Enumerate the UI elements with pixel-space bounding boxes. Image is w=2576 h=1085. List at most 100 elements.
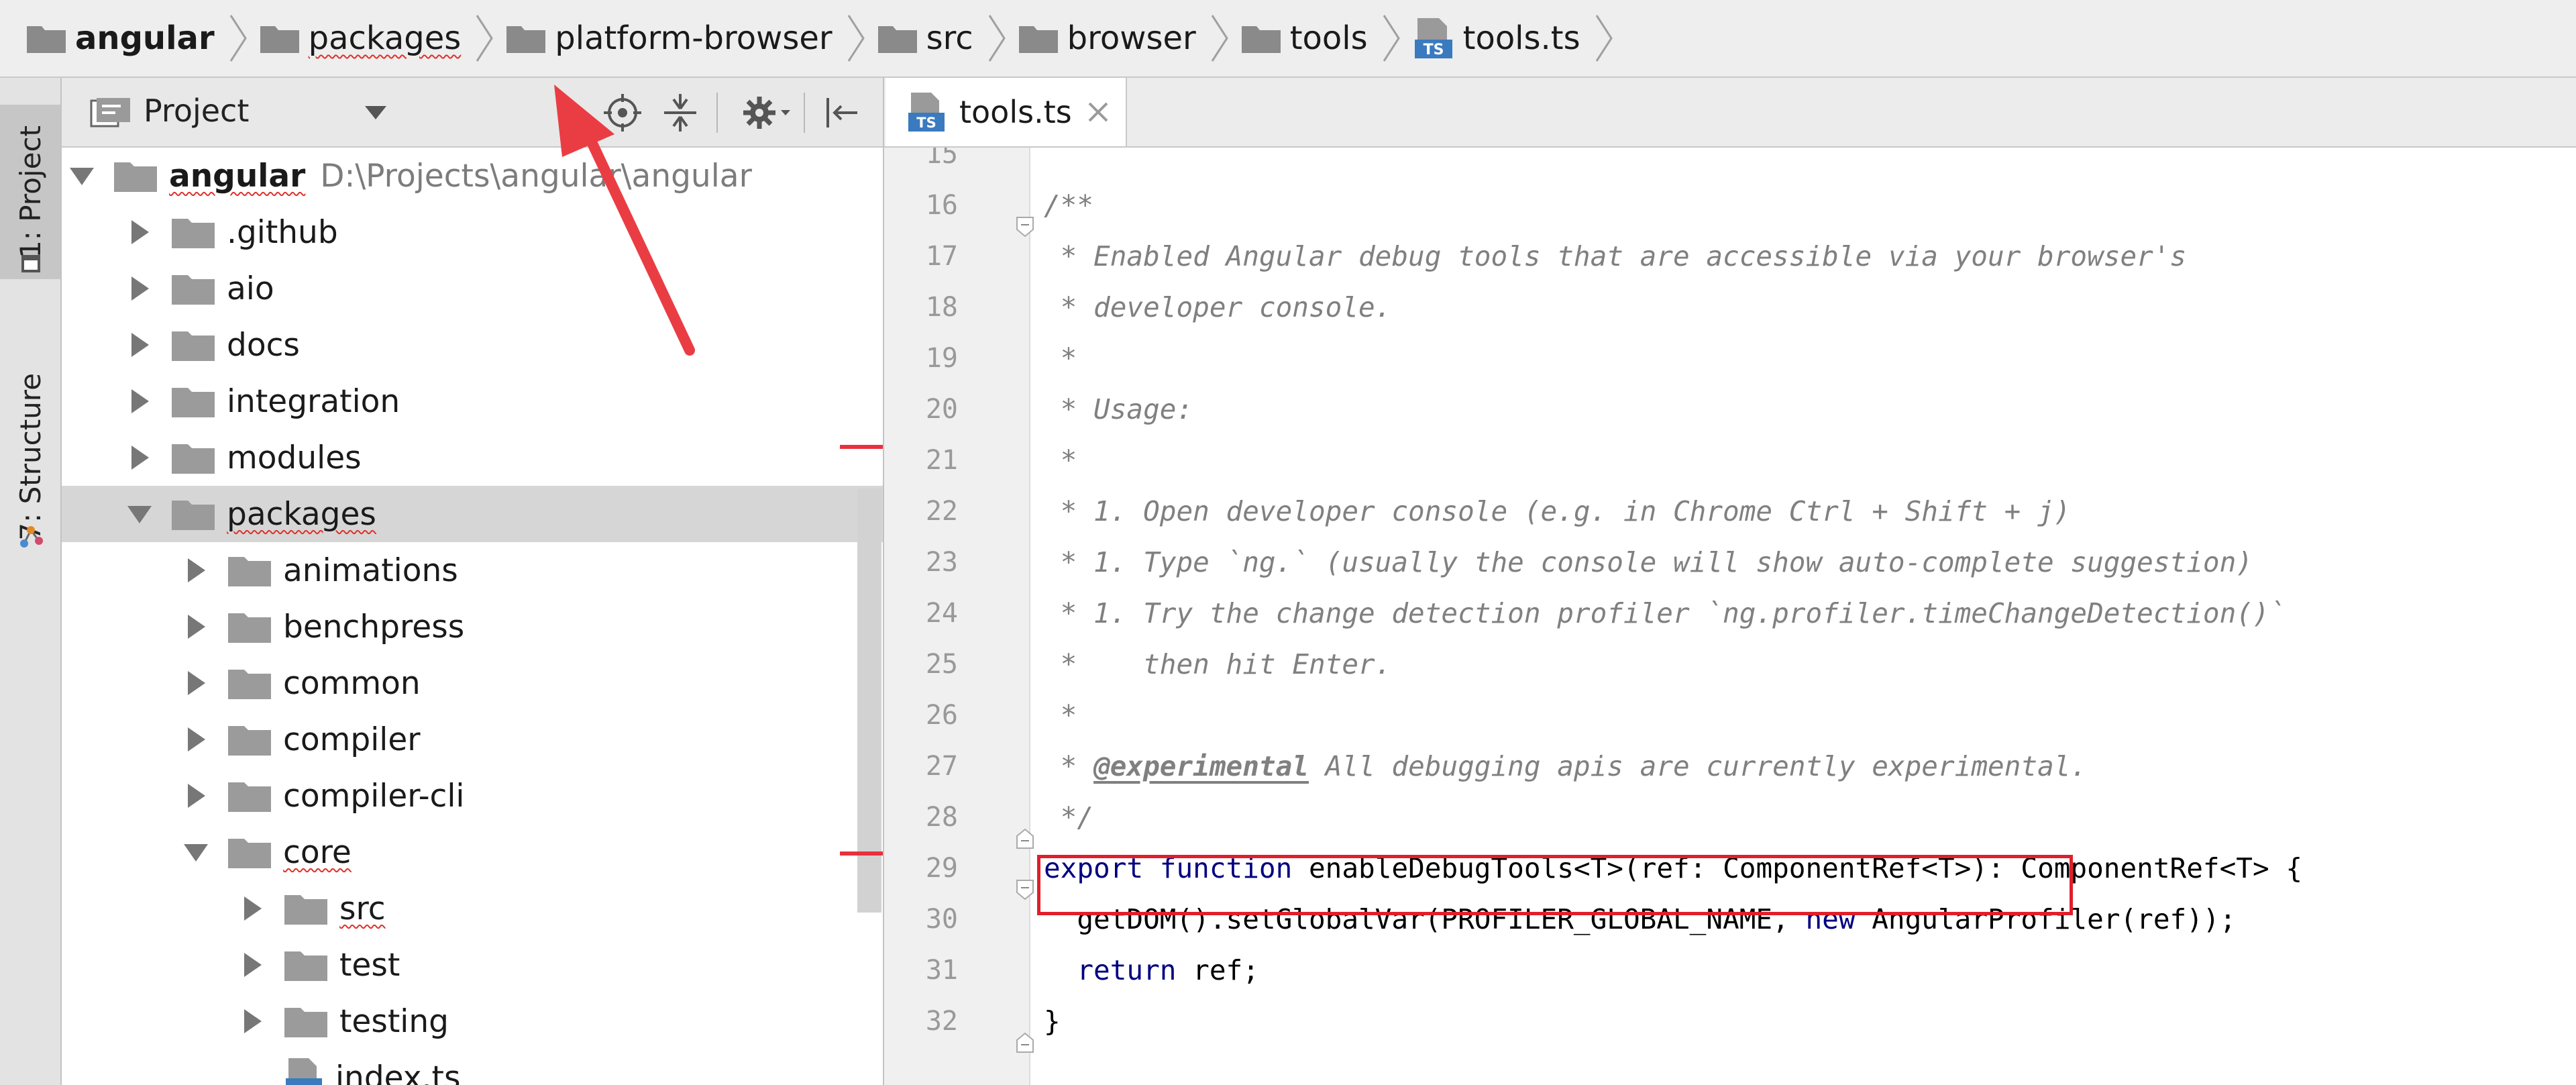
chevron-right-icon bbox=[988, 15, 1006, 62]
typescript-file-icon bbox=[286, 1058, 322, 1085]
breadcrumb-tools[interactable]: tools bbox=[1241, 0, 1413, 76]
tree-item-index-ts[interactable]: index.ts bbox=[62, 1049, 883, 1085]
chevron-right-icon bbox=[847, 15, 865, 62]
breadcrumb-label: platform-browser bbox=[555, 19, 833, 57]
collapse-all-icon[interactable] bbox=[659, 91, 702, 134]
chevron-right-icon bbox=[131, 446, 149, 470]
folder-icon bbox=[228, 726, 271, 756]
code-line-18: * developer console. bbox=[1044, 291, 1392, 323]
annotation-mark bbox=[840, 445, 883, 449]
line-number: 29 bbox=[925, 853, 958, 884]
line-number: 22 bbox=[925, 496, 958, 527]
fold-marker-icon[interactable] bbox=[1016, 828, 1034, 849]
chevron-right-icon bbox=[188, 784, 205, 808]
breadcrumb-label: packages bbox=[308, 19, 462, 57]
folder-icon bbox=[172, 331, 215, 361]
tree-item-label: integration bbox=[227, 382, 400, 420]
line-number: 15 bbox=[925, 148, 958, 170]
tree-item-packages[interactable]: packages bbox=[62, 486, 883, 542]
toolbar-divider bbox=[804, 93, 805, 133]
chevron-right-icon bbox=[131, 389, 149, 413]
jsdoc-tag: @experimental bbox=[1093, 750, 1309, 782]
tree-item-label: index.ts bbox=[335, 1059, 461, 1085]
gear-icon[interactable] bbox=[739, 91, 793, 134]
code-line-20: * Usage: bbox=[1044, 393, 1193, 425]
chevron-right-icon bbox=[1595, 15, 1613, 62]
tree-item-modules[interactable]: modules bbox=[62, 429, 883, 486]
chevron-right-icon bbox=[131, 220, 149, 244]
folder-icon bbox=[172, 388, 215, 417]
folder-icon bbox=[228, 613, 271, 643]
tree-scrollbar-thumb[interactable] bbox=[857, 488, 881, 913]
folder-icon bbox=[228, 557, 271, 586]
tree-item-label: test bbox=[339, 946, 400, 984]
tree-item-common[interactable]: common bbox=[62, 655, 883, 711]
line-number: 27 bbox=[925, 751, 958, 782]
chevron-right-icon bbox=[188, 558, 205, 582]
tree-item-label: benchpress bbox=[283, 608, 465, 645]
tree-item-label: angular bbox=[169, 157, 306, 195]
folder-icon bbox=[172, 275, 215, 305]
folder-icon bbox=[172, 501, 215, 530]
code-editor[interactable]: 15 16 17 18 19 20 21 22 23 24 25 26 27 2… bbox=[884, 148, 2576, 1085]
tree-item-compiler[interactable]: compiler bbox=[62, 711, 883, 768]
breadcrumb-platform-browser[interactable]: platform-browser bbox=[506, 0, 877, 76]
fold-marker-icon[interactable] bbox=[1016, 216, 1034, 238]
line-number: 25 bbox=[925, 649, 958, 680]
tree-item-testing[interactable]: testing bbox=[62, 993, 883, 1049]
chevron-right-icon bbox=[244, 1009, 262, 1033]
chevron-right-icon bbox=[229, 15, 247, 62]
annotation-mark bbox=[840, 851, 883, 856]
folder-icon bbox=[1018, 26, 1058, 53]
tree-item-label: modules bbox=[227, 439, 362, 476]
line-number: 20 bbox=[925, 394, 958, 425]
tree-item-test[interactable]: test bbox=[62, 937, 883, 993]
hide-panel-icon[interactable] bbox=[820, 91, 863, 134]
tree-item-label: .github bbox=[227, 213, 338, 251]
chevron-right-icon bbox=[188, 615, 205, 639]
tab-tools-ts[interactable]: TS tools.ts bbox=[885, 78, 1127, 146]
breadcrumb-packages[interactable]: packages bbox=[260, 0, 507, 76]
tree-item-integration[interactable]: integration bbox=[62, 373, 883, 429]
svg-text:TS: TS bbox=[916, 115, 936, 131]
chevron-right-icon bbox=[131, 333, 149, 357]
chevron-right-icon bbox=[476, 15, 494, 62]
project-toolbar: Project bbox=[62, 78, 883, 148]
tree-item-docs[interactable]: docs bbox=[62, 317, 883, 373]
tree-item-core[interactable]: core bbox=[62, 824, 883, 880]
keyword: return bbox=[1044, 954, 1177, 986]
close-icon[interactable] bbox=[1087, 101, 1110, 123]
tree-item-label: compiler-cli bbox=[283, 777, 465, 815]
fold-marker-icon[interactable] bbox=[1016, 1032, 1034, 1053]
code-line-25: * then hit Enter. bbox=[1044, 648, 1392, 680]
tree-item-label: core bbox=[283, 833, 352, 871]
tree-item-angular[interactable]: angular D:\Projects\angular\angular bbox=[62, 148, 883, 204]
breadcrumb-label: src bbox=[926, 19, 973, 57]
line-number: 18 bbox=[925, 292, 958, 323]
tab-label: tools.ts bbox=[959, 94, 1072, 130]
tree-item-benchpress[interactable]: benchpress bbox=[62, 599, 883, 655]
code-line-24: * 1. Try the change detection profiler `… bbox=[1044, 597, 2286, 629]
chevron-down-icon[interactable] bbox=[364, 102, 388, 122]
project-path: D:\Projects\angular\angular bbox=[320, 157, 752, 195]
folder-icon bbox=[228, 782, 271, 812]
project-panel: Project angular D:\Projects\angular\angu… bbox=[62, 78, 884, 1085]
tree-item-src[interactable]: src bbox=[62, 880, 883, 937]
line-number: 28 bbox=[925, 802, 958, 833]
code-line-31: return ref; bbox=[1044, 945, 1259, 996]
breadcrumb-browser[interactable]: browser bbox=[1018, 0, 1242, 76]
tree-item-compiler-cli[interactable]: compiler-cli bbox=[62, 768, 883, 824]
chevron-down-icon bbox=[70, 168, 94, 185]
structure-icon bbox=[20, 526, 43, 548]
tree-item-github[interactable]: .github bbox=[62, 204, 883, 260]
breadcrumb-angular[interactable]: angular bbox=[27, 0, 260, 76]
breadcrumb-label: browser bbox=[1067, 19, 1196, 57]
tree-item-aio[interactable]: aio bbox=[62, 260, 883, 317]
locate-file-icon[interactable] bbox=[601, 91, 644, 134]
fold-marker-icon[interactable] bbox=[1016, 879, 1034, 900]
breadcrumb-tools-ts[interactable]: TS tools.ts bbox=[1413, 0, 1626, 76]
tree-item-animations[interactable]: animations bbox=[62, 542, 883, 599]
chevron-down-icon bbox=[184, 844, 208, 862]
breadcrumb-src[interactable]: src bbox=[877, 0, 1019, 76]
comment-text: All debugging apis are currently experim… bbox=[1308, 750, 2088, 782]
